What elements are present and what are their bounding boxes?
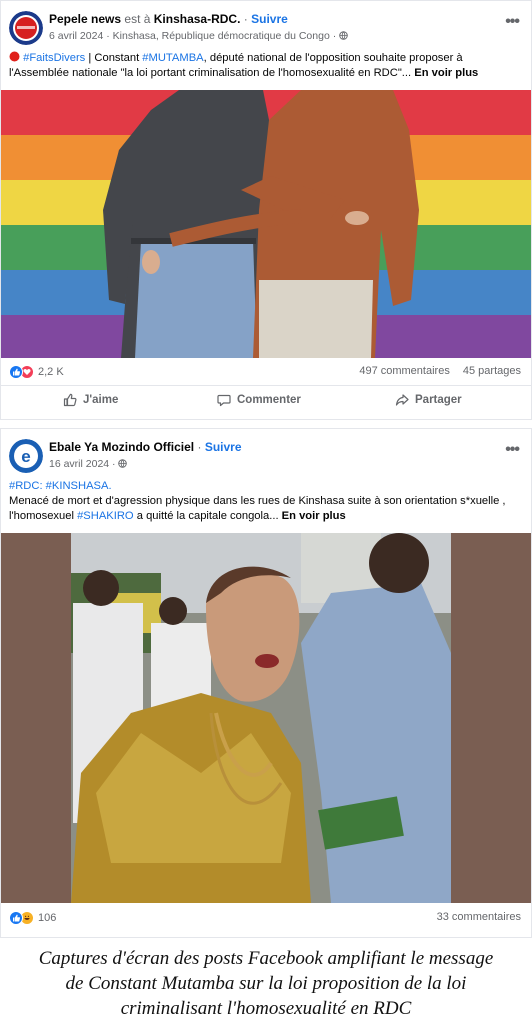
like-reaction-icon (9, 365, 23, 379)
post-date[interactable]: 16 avril 2024 (49, 458, 109, 470)
hashtag-link[interactable]: #FaitsDivers (23, 52, 85, 64)
location-name[interactable]: Kinshasa-RDC. (154, 12, 241, 26)
comment-button[interactable]: Commenter (217, 393, 301, 407)
facebook-post-pepele-news: Pepele news est à Kinshasa-RDC. · Suivre… (0, 0, 532, 420)
reactions-count[interactable]: 106 (38, 912, 56, 924)
post-actions-bar: J'aime Commenter Partager (1, 385, 531, 415)
post-stats: 106 33 commentaires (9, 911, 521, 929)
see-more-link[interactable]: En voir plus (282, 510, 346, 522)
hashtag-link[interactable]: #RDC: #KINSHASA. (9, 480, 112, 492)
location-prefix: est à (124, 12, 151, 26)
post-text: #FaitsDivers | Constant #MUTAMBA, député… (9, 51, 479, 79)
comments-count[interactable]: 33 commentaires (437, 911, 521, 923)
like-button[interactable]: J'aime (63, 393, 118, 407)
page-name[interactable]: Ebale Ya Mozindo Officiel (49, 440, 194, 454)
shares-count[interactable]: 45 partages (463, 365, 521, 377)
post-header: e Ebale Ya Mozindo Officiel · Suivre 16 … (9, 439, 523, 479)
globe-icon (339, 31, 348, 40)
like-reaction-icon (9, 911, 23, 925)
share-button[interactable]: Partager (395, 393, 462, 407)
reactions-summary[interactable]: 2,2 K (9, 365, 64, 379)
page-name[interactable]: Pepele news (49, 12, 121, 26)
post-place[interactable]: Kinshasa, République démocratique du Con… (113, 30, 330, 42)
more-options-button[interactable]: ••• (505, 442, 520, 458)
comment-icon (217, 394, 231, 407)
globe-icon (118, 459, 128, 468)
thumbs-up-icon (63, 393, 77, 407)
page-avatar[interactable] (9, 11, 43, 45)
see-more-link[interactable]: En voir plus (414, 67, 478, 79)
figure-caption: Captures d'écran des posts Facebook ampl… (38, 948, 494, 1019)
reactions-count[interactable]: 2,2 K (38, 366, 64, 378)
post-stats: 2,2 K 497 commentaires 45 partages (9, 365, 521, 383)
hashtag-link[interactable]: #MUTAMBA (142, 52, 203, 64)
post-text: #RDC: #KINSHASA. Menacé de mort et d'agr… (9, 480, 506, 522)
red-circle-icon (9, 51, 20, 62)
page-avatar[interactable]: e (9, 439, 43, 473)
more-options-button[interactable]: ••• (505, 14, 520, 30)
post-date[interactable]: 6 avril 2024 (49, 30, 103, 42)
follow-button[interactable]: Suivre (251, 12, 288, 26)
svg-text:e: e (21, 447, 30, 466)
hashtag-link[interactable]: #SHAKIRO (77, 510, 134, 522)
post-image[interactable] (1, 90, 531, 358)
share-icon (395, 394, 409, 406)
facebook-post-ebale-ya-mozindo: e Ebale Ya Mozindo Officiel · Suivre 16 … (0, 428, 532, 938)
reactions-summary[interactable]: 106 (9, 911, 56, 925)
follow-button[interactable]: Suivre (205, 440, 242, 454)
post-header: Pepele news est à Kinshasa-RDC. · Suivre… (9, 11, 523, 51)
comments-count[interactable]: 497 commentaires (359, 365, 450, 377)
post-video-thumbnail[interactable] (1, 533, 531, 903)
